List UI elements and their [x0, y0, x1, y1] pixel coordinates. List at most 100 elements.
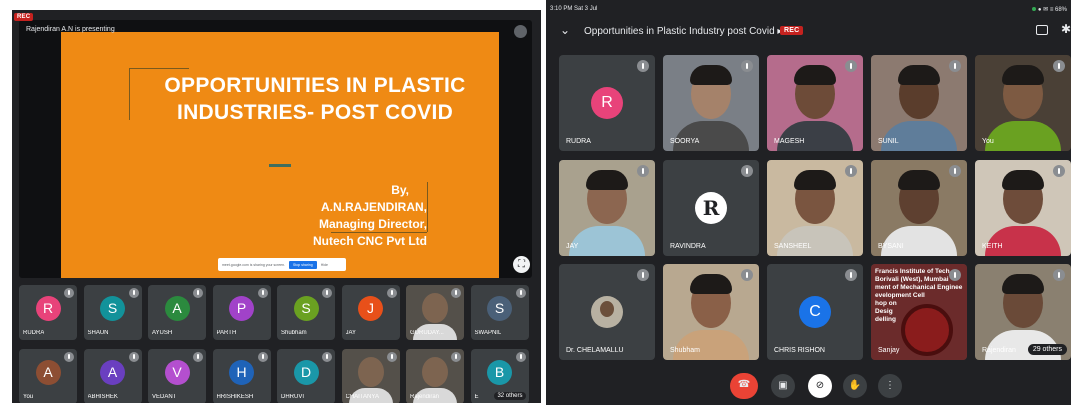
participant-tile[interactable]: KEITH	[975, 160, 1071, 256]
participant-tile[interactable]: H HRISHIKESH	[212, 349, 271, 403]
participant-name: Rajendiran	[982, 347, 1016, 354]
participant-tile[interactable]: Rajendiran 29 others	[975, 264, 1071, 360]
avatar: D	[293, 360, 319, 385]
presenting-label: Rajendiran A.N is presenting	[26, 26, 115, 33]
others-count[interactable]: 32 others	[494, 392, 526, 400]
participant-name: ABHISHEK	[87, 394, 118, 400]
participant-tile[interactable]: SANSHEEL	[767, 160, 863, 256]
participant-tile[interactable]: A AYUSH	[148, 285, 206, 340]
participant-tile[interactable]: SUNIL	[871, 55, 967, 151]
video-feed-body	[881, 121, 957, 151]
participant-name: E	[474, 394, 479, 400]
share-bar-text: meet.google.com is sharing your screen.	[222, 262, 286, 267]
participant-tile[interactable]: Dr. CHELAMALLU	[559, 264, 655, 360]
participant-tile[interactable]: BYSANI	[871, 160, 967, 256]
participant-tile[interactable]: R RUDRA	[559, 55, 655, 151]
video-feed-hair	[898, 65, 940, 85]
participant-tile[interactable]: C CHRIS RISHON	[767, 264, 863, 360]
participant-name: RUDRA	[566, 138, 591, 145]
muted-mic-icon	[128, 352, 139, 362]
participant-tile[interactable]: SOORYA	[663, 55, 759, 151]
avatar: S	[100, 296, 125, 321]
muted-mic-icon	[257, 352, 268, 362]
participant-tile[interactable]: S SWAPNIL	[470, 285, 529, 340]
participant-tile[interactable]: Rajendiran	[406, 349, 464, 403]
participant-name: Dr. CHELAMALLU	[566, 347, 624, 354]
participant-name: SHAUN	[87, 330, 109, 336]
participant-tile[interactable]: R RUDRA	[19, 285, 77, 340]
muted-mic-icon	[64, 352, 74, 362]
participant-tile[interactable]: R RAVINDRA	[663, 160, 759, 256]
bluetooth-icon[interactable]: ✱	[1061, 22, 1071, 36]
slide-title: OPPORTUNITIES IN PLASTIC INDUSTRIES- POS…	[135, 72, 495, 126]
muted-mic-icon	[741, 60, 753, 72]
muted-mic-icon	[845, 165, 857, 177]
others-count[interactable]: 29 others	[1027, 344, 1067, 355]
muted-mic-icon	[322, 352, 332, 362]
mic-toggle-button[interactable]: ⊘	[808, 374, 832, 398]
video-feed-hair	[1002, 65, 1044, 85]
participant-tile[interactable]: B E 32 others	[470, 349, 529, 403]
video-feed-body	[673, 121, 749, 151]
avatar: S	[487, 296, 512, 321]
video-feed-hair	[1002, 170, 1044, 190]
switch-camera-icon[interactable]	[1036, 25, 1048, 35]
muted-mic-icon	[1053, 60, 1065, 72]
profile-logo: R	[695, 192, 727, 224]
participant-tile[interactable]: Francis Institute of Tech Borivali (West…	[871, 264, 967, 360]
muted-mic-icon	[322, 288, 332, 298]
participant-name: RAVINDRA	[670, 243, 706, 250]
participant-tile[interactable]: CHAITANYA	[341, 349, 400, 403]
end-call-button[interactable]: ☎	[730, 373, 758, 399]
participant-tile[interactable]: S SHAUN	[83, 285, 142, 340]
more-options-button[interactable]: ⋮	[878, 374, 902, 398]
participant-tile[interactable]: MAGESH	[767, 55, 863, 151]
participant-tile[interactable]: J JAY	[341, 285, 400, 340]
muted-mic-icon	[451, 352, 461, 362]
muted-mic-icon	[845, 269, 857, 281]
participant-tile[interactable]: A ABHISHEK	[83, 349, 142, 403]
muted-mic-icon	[128, 288, 139, 298]
meeting-title[interactable]: Opportunities in Plastic Industry post C…	[584, 26, 782, 37]
participant-tile[interactable]: V VEDANT	[148, 349, 206, 403]
hide-share-bar-button[interactable]: Hide	[321, 263, 328, 267]
participant-name: GURUDAY...	[410, 330, 444, 336]
participant-tile[interactable]: A You	[19, 349, 77, 403]
stop-sharing-button[interactable]: Stop sharing	[289, 260, 317, 269]
muted-mic-icon	[741, 165, 753, 177]
participant-name: PARTH	[216, 330, 237, 336]
participant-name: VEDANT	[152, 394, 177, 400]
video-feed-body	[673, 330, 749, 360]
camera-toggle-button[interactable]: ▣	[771, 374, 795, 398]
video-feed-hair	[794, 170, 836, 190]
video-feed-hair	[586, 170, 628, 190]
muted-mic-icon	[949, 60, 961, 72]
participant-tile[interactable]: Shubham	[663, 264, 759, 360]
participant-tile[interactable]: You	[975, 55, 1071, 151]
video-feed-hair	[690, 274, 732, 294]
participant-name: SWAPNIL	[474, 330, 502, 336]
participant-name: AYUSH	[152, 330, 173, 336]
video-feed-body	[985, 121, 1061, 151]
participant-name: BYSANI	[878, 243, 904, 250]
participant-name: Shubham	[281, 330, 307, 336]
muted-mic-icon	[193, 288, 203, 298]
participant-tile[interactable]: P PARTH	[212, 285, 271, 340]
participant-name: JAY	[345, 330, 357, 336]
participant-name: Rajendiran	[410, 394, 440, 400]
presentation-stage: OPPORTUNITIES IN PLASTIC INDUSTRIES- POS…	[19, 20, 532, 278]
avatar: J	[358, 296, 383, 321]
right-meet-window: 3:10 PM Sat 3 Jul ● ✉ ≡ 68% ⌄ Opportunit…	[546, 0, 1071, 405]
video-feed-body	[985, 226, 1061, 256]
participant-tile[interactable]: JAY	[559, 160, 655, 256]
raise-hand-button[interactable]: ✋	[843, 374, 867, 398]
participant-tile[interactable]: S Shubham	[277, 285, 335, 340]
participant-tile[interactable]: GURUDAY...	[406, 285, 464, 340]
participant-tile[interactable]: D DHRUVI	[277, 349, 335, 403]
muted-mic-icon	[741, 269, 753, 281]
participant-name: CHAITANYA	[345, 394, 379, 400]
avatar: V	[164, 360, 190, 385]
collapse-chevron-icon[interactable]: ⌄	[560, 23, 570, 37]
fullscreen-icon[interactable]: ⛶	[513, 256, 530, 273]
video-feed	[357, 357, 384, 387]
